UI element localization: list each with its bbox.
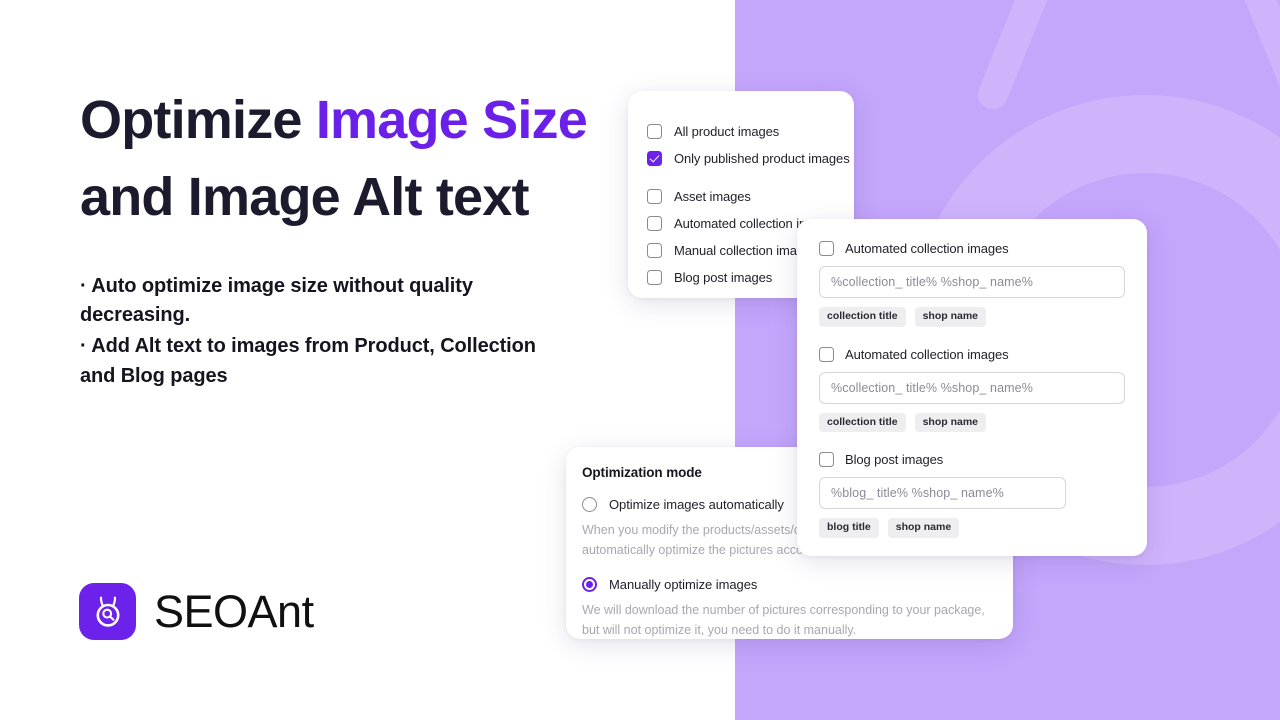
checkbox-label: Automated collection images: [845, 346, 1009, 362]
radio-icon[interactable]: [582, 497, 597, 512]
checkbox-label: Only published product images: [674, 151, 850, 166]
checkbox-icon[interactable]: [819, 241, 834, 256]
radio-label: Optimize images automatically: [609, 497, 784, 512]
headline-plain-part: Optimize: [80, 90, 316, 150]
field-group-blog-post: Blog post images %blog_ title% %shop_ na…: [819, 452, 1125, 538]
checkbox-row-asset-images[interactable]: Asset images: [628, 183, 854, 210]
brand-logo: SEOAnt: [79, 583, 314, 640]
variable-tag[interactable]: shop name: [914, 307, 987, 327]
field-group-automated-collection-2: Automated collection images %collection_…: [819, 346, 1125, 433]
checkbox-icon[interactable]: [819, 452, 834, 468]
radio-label: Manually optimize images: [609, 576, 758, 592]
checkbox-icon[interactable]: [647, 189, 662, 204]
radio-description: We will download the number of pictures …: [582, 602, 985, 637]
checkbox-row-blog-post-images[interactable]: Blog post images: [819, 452, 1125, 468]
feature-bullet-list: · Auto optimize image size without quali…: [80, 272, 550, 391]
checkbox-icon[interactable]: [647, 216, 662, 231]
alt-text-input[interactable]: %collection_ title% %shop_ name%: [819, 266, 1125, 298]
checkbox-label: All product images: [674, 124, 780, 139]
radio-description-line: When you modify the products/assets/co: [582, 523, 808, 537]
bullet-item: · Auto optimize image size without quali…: [80, 275, 473, 327]
checkbox-icon[interactable]: [647, 270, 662, 285]
list-divider-space: [628, 172, 854, 183]
checkbox-icon[interactable]: [647, 124, 662, 139]
checkbox-label: Blog post images: [674, 270, 773, 285]
alt-text-input[interactable]: %collection_ title% %shop_ name%: [819, 371, 1125, 404]
radio-description: When you modify the products/assets/co a…: [582, 520, 814, 561]
checkbox-row-automated-collection-images[interactable]: Automated collection images: [819, 346, 1125, 362]
checkbox-icon[interactable]: [819, 346, 834, 362]
checkbox-label: Asset images: [674, 189, 751, 204]
variable-tag[interactable]: shop name: [914, 412, 987, 433]
radio-row-manually-optimize[interactable]: Manually optimize images: [582, 576, 1013, 592]
ant-antenna-right-watermark-icon: [1221, 0, 1280, 114]
variable-tag-list: collection title shop name: [819, 307, 1125, 327]
hero-text-block: Optimize Image Size and Image Alt text: [80, 82, 680, 235]
checkbox-row-only-published-product-images[interactable]: Only published product images: [628, 145, 854, 172]
checkbox-icon[interactable]: [647, 243, 662, 258]
variable-tag[interactable]: shop name: [887, 518, 960, 538]
checkbox-label: Automated collection images: [845, 241, 1009, 256]
checkbox-row-all-product-images[interactable]: All product images: [628, 118, 854, 145]
page-title: Optimize Image Size and Image Alt text: [80, 82, 680, 235]
variable-tag-list: blog title shop name: [819, 518, 1125, 538]
checkbox-checked-icon[interactable]: [647, 151, 662, 166]
seoant-ant-magnifier-icon: [79, 583, 136, 640]
variable-tag[interactable]: blog title: [819, 518, 879, 538]
headline-accent-part: Image Size: [315, 90, 588, 150]
variable-tag[interactable]: collection title: [819, 307, 906, 327]
variable-tag-list: collection title shop name: [819, 412, 1125, 433]
headline-line-two: and Image Alt text: [80, 166, 529, 227]
brand-name: SEOAnt: [154, 586, 314, 637]
radio-selected-icon[interactable]: [582, 576, 597, 592]
checkbox-row-automated-collection-images[interactable]: Automated collection images: [819, 241, 1125, 256]
promo-banner: Optimize Image Size and Image Alt text ·…: [0, 0, 1280, 720]
radio-description-line: automatically optimize the pictures acco: [582, 543, 803, 558]
ant-antenna-left-watermark-icon: [973, 0, 1071, 114]
field-group-automated-collection-1: Automated collection images %collection_…: [819, 241, 1125, 327]
alt-text-template-card: Automated collection images %collection_…: [797, 219, 1147, 556]
variable-tag[interactable]: collection title: [819, 412, 906, 433]
bullet-item: · Add Alt text to images from Product, C…: [80, 335, 536, 387]
alt-text-input[interactable]: %blog_ title% %shop_ name%: [819, 477, 1066, 510]
checkbox-label: Blog post images: [845, 452, 944, 468]
